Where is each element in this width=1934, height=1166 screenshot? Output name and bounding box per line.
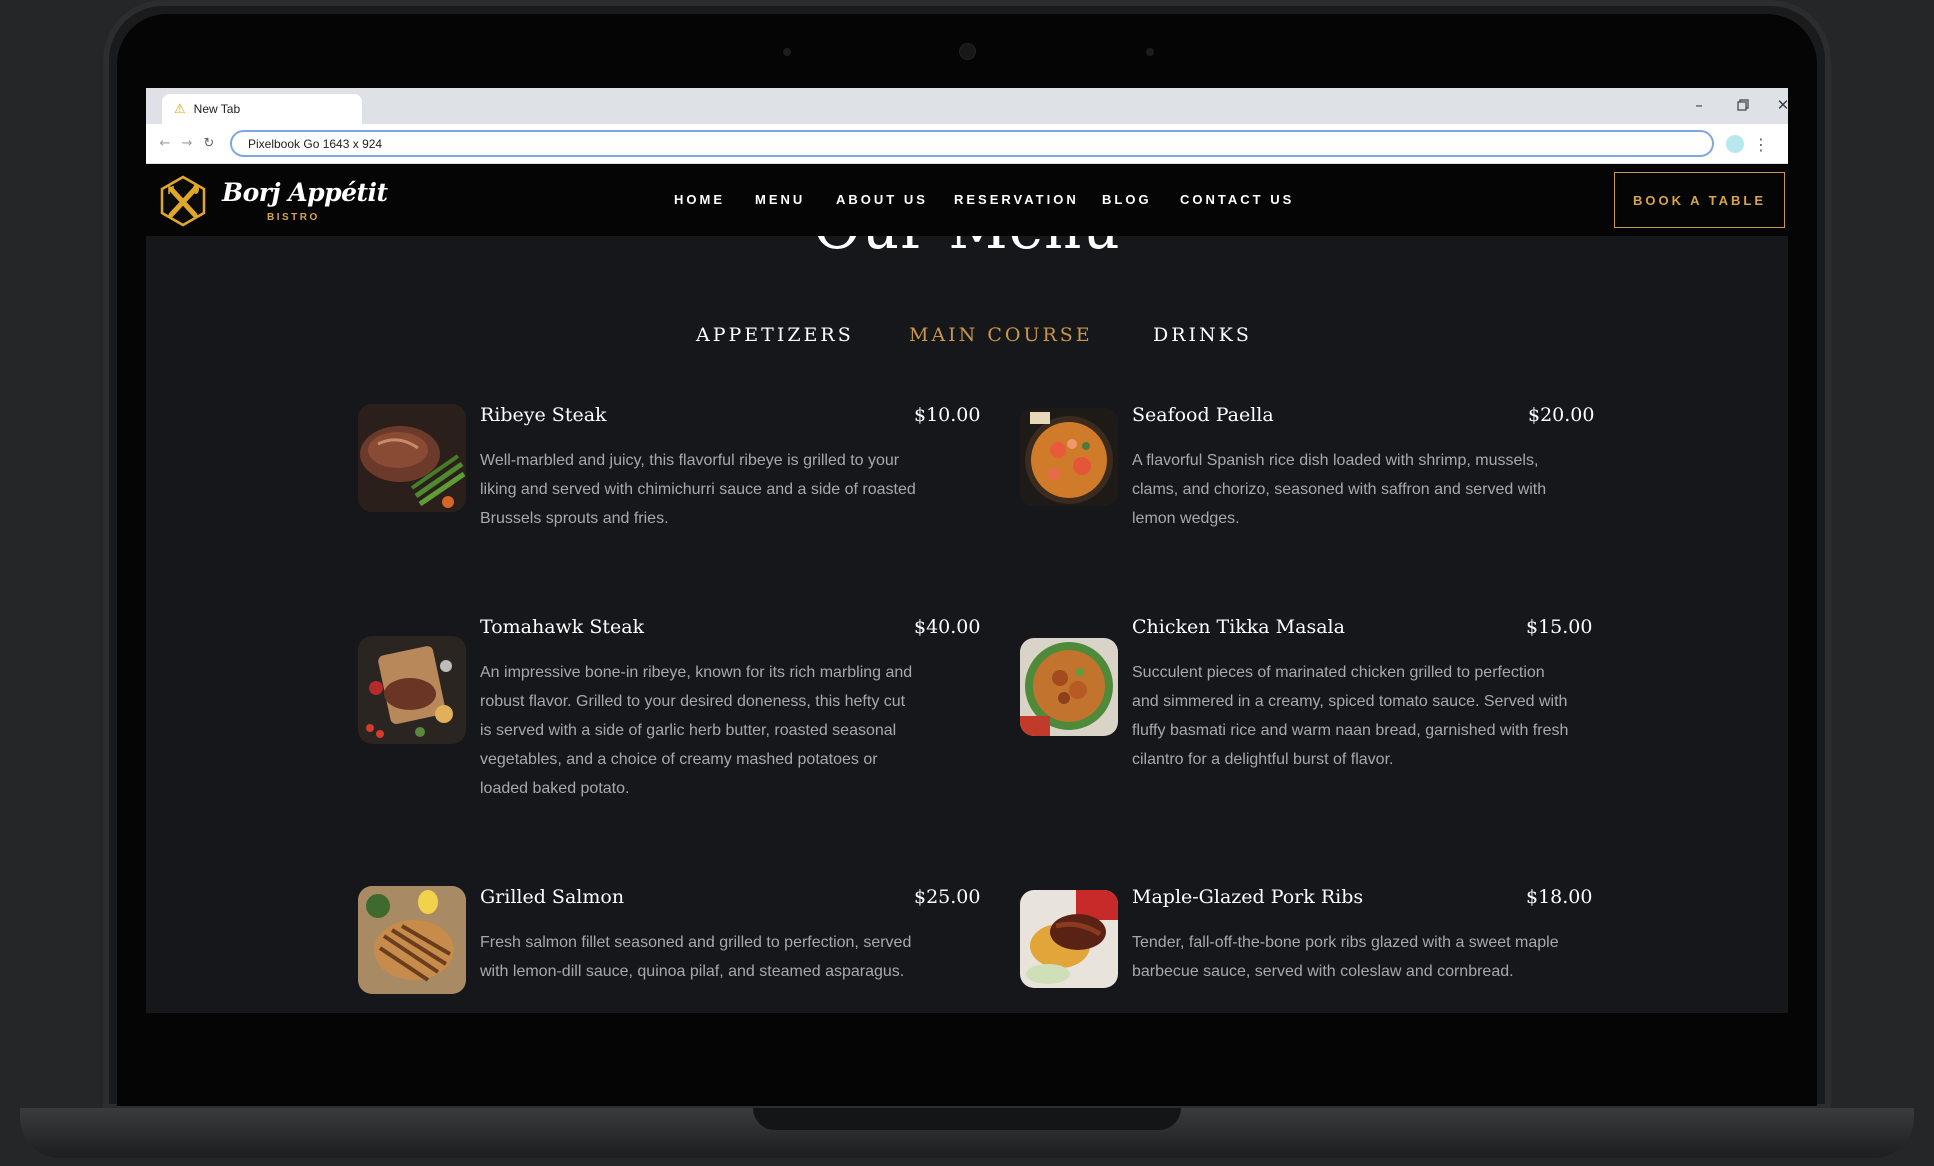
item-description: Well-marbled and juicy, this flavorful r… <box>480 452 916 527</box>
warning-icon: ⚠ <box>174 101 186 116</box>
reload-icon[interactable]: ↻ <box>198 132 220 154</box>
site-header: Borj Appétit BISTRO HOME MENU ABOUT US R… <box>146 164 1788 236</box>
sensor-dot <box>783 48 791 56</box>
more-menu-icon[interactable]: ⋮ <box>1753 132 1769 156</box>
item-name: Ribeye Steak <box>480 404 607 426</box>
menu-tabs: APPETIZERS MAIN COURSE DRINKS <box>146 324 1788 354</box>
item-name: Tomahawk Steak <box>480 616 645 638</box>
item-price: $10.00 <box>914 404 981 426</box>
back-icon[interactable]: ← <box>154 132 176 154</box>
item-name: Chicken Tikka Masala <box>1132 616 1345 638</box>
tab-main-course[interactable]: MAIN COURSE <box>909 324 1093 346</box>
seafood-paella-image <box>1020 408 1118 506</box>
forward-icon[interactable]: → <box>176 132 198 154</box>
nav-reservation[interactable]: RESERVATION <box>954 192 1079 207</box>
chicken-tikka-masala-image <box>1020 638 1118 736</box>
item-description: Succulent pieces of marinated chicken gr… <box>1132 664 1569 768</box>
menu-item[interactable]: Maple-Glazed Pork Ribs $18.00 Tender, fa… <box>1020 886 1620 1013</box>
item-description: Fresh salmon fillet seasoned and grilled… <box>480 934 912 980</box>
pork-ribs-image <box>1020 890 1118 988</box>
tab-drinks[interactable]: DRINKS <box>1153 324 1252 346</box>
item-name: Seafood Paella <box>1132 404 1274 426</box>
item-description: A flavorful Spanish rice dish loaded wit… <box>1132 452 1547 527</box>
menu-item[interactable]: Chicken Tikka Masala $15.00 Succulent pi… <box>1020 616 1620 816</box>
webcam <box>960 44 975 59</box>
tab-strip: ⚠ New Tab – ✕ <box>146 88 1788 124</box>
ribeye-steak-image <box>358 404 466 512</box>
laptop-notch <box>753 1108 1181 1130</box>
tab-appetizers[interactable]: APPETIZERS <box>696 324 854 346</box>
menu-item[interactable]: Seafood Paella $20.00 A flavorful Spanis… <box>1020 404 1620 544</box>
item-name: Grilled Salmon <box>480 886 625 908</box>
item-description: An impressive bone-in ribeye, known for … <box>480 664 913 797</box>
item-price: $25.00 <box>914 886 981 908</box>
menu-item[interactable]: Tomahawk Steak $40.00 An impressive bone… <box>358 616 980 816</box>
profile-avatar[interactable] <box>1726 135 1744 153</box>
web-page: Borj Appétit BISTRO HOME MENU ABOUT US R… <box>146 164 1788 1013</box>
minimize-icon[interactable]: – <box>1682 92 1716 118</box>
item-price: $15.00 <box>1526 616 1593 638</box>
browser-toolbar: ← → ↻ Pixelbook Go 1643 x 924 ⋮ <box>146 124 1788 164</box>
screen: ⚠ New Tab – ✕ ← → ↻ Pixelbook Go 1643 x … <box>146 88 1788 1013</box>
item-description: Tender, fall-off-the-bone pork ribs glaz… <box>1132 934 1559 980</box>
item-price: $18.00 <box>1526 886 1593 908</box>
close-icon[interactable]: ✕ <box>1766 92 1788 118</box>
grilled-salmon-image <box>358 886 466 994</box>
browser-tab[interactable]: ⚠ New Tab <box>162 94 362 124</box>
brand-subtitle: BISTRO <box>267 212 320 223</box>
address-bar[interactable]: Pixelbook Go 1643 x 924 <box>230 130 1714 157</box>
sensor-dot <box>1146 48 1154 56</box>
tomahawk-steak-image <box>358 636 466 744</box>
item-price: $40.00 <box>914 616 981 638</box>
nav-home[interactable]: HOME <box>674 192 725 207</box>
nav-contact-us[interactable]: CONTACT US <box>1180 192 1294 207</box>
nav-menu[interactable]: MENU <box>755 192 805 207</box>
menu-item[interactable]: Grilled Salmon $25.00 Fresh salmon fille… <box>358 886 980 1013</box>
tab-title: New Tab <box>193 102 241 116</box>
item-name: Maple-Glazed Pork Ribs <box>1132 886 1364 908</box>
book-table-button[interactable]: BOOK A TABLE <box>1614 172 1785 228</box>
nav-blog[interactable]: BLOG <box>1102 192 1152 207</box>
restore-icon[interactable] <box>1726 92 1760 118</box>
menu-item[interactable]: Ribeye Steak $10.00 Well-marbled and jui… <box>358 404 980 544</box>
nav-about-us[interactable]: ABOUT US <box>836 192 928 207</box>
item-price: $20.00 <box>1528 404 1595 426</box>
main-nav: HOME MENU ABOUT US RESERVATION BLOG CONT… <box>146 192 1788 212</box>
